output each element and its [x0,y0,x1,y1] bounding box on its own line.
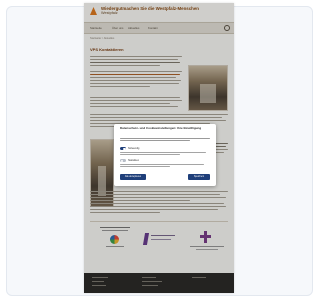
cookie-consent-dialog: Datenschutz- und Cookieeinstellungen: Ih… [114,124,216,186]
cookie-toggle-statistics[interactable] [120,159,126,163]
cookie-option-statistics-text [120,164,206,169]
cookie-toggle-necessary[interactable] [120,147,126,151]
cookie-option-necessary-label: Notwendig [128,147,140,151]
cookie-dialog-title: Datenschutz- und Cookieeinstellungen: Ih… [120,126,202,130]
cookie-dialog-text [120,138,210,143]
cookie-option-statistics-label: Statistiken [128,159,140,163]
cookie-option-necessary-text [120,152,206,157]
cookie-save-button[interactable]: Speichern [188,174,210,180]
cookie-accept-all-button[interactable]: Alle akzeptieren [120,174,146,180]
